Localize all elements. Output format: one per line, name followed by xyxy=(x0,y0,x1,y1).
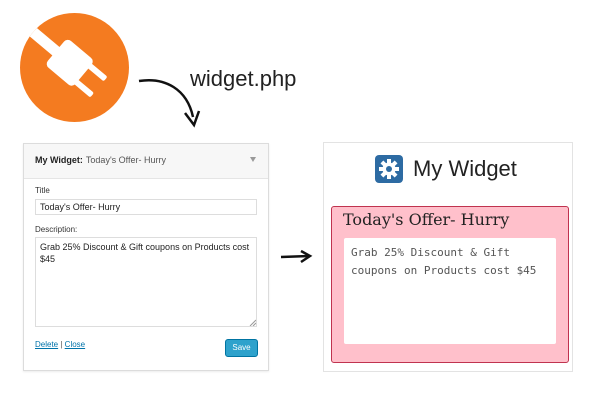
link-separator: | xyxy=(60,340,63,349)
description-label: Description: xyxy=(35,225,78,234)
widget-title: My Widget xyxy=(413,156,517,181)
delete-link[interactable]: Delete xyxy=(35,340,58,349)
widget-output-panel: My Widget Today's Offer- Hurry Grab 25% … xyxy=(323,142,573,372)
gear-icon xyxy=(375,155,403,183)
offer-body: Grab 25% Discount & Gift coupons on Prod… xyxy=(344,238,556,344)
file-caption: widget.php xyxy=(190,66,297,91)
widget-name: My Widget: xyxy=(35,155,83,165)
offer-box: Today's Offer- Hurry Grab 25% Discount &… xyxy=(331,206,569,363)
widget-editor-panel: My Widget:Today's Offer- Hurry Title Des… xyxy=(23,143,269,371)
widget-editor-title: My Widget: Today's Offer- Hurry xyxy=(35,155,166,165)
save-button[interactable]: Save xyxy=(225,339,258,357)
title-input[interactable] xyxy=(35,199,257,215)
offer-title: Today's Offer- Hurry xyxy=(343,210,510,229)
right-arrow xyxy=(280,249,313,264)
description-textarea[interactable]: Grab 25% Discount & Gift coupons on Prod… xyxy=(35,237,257,327)
widget-actions: Delete | Close xyxy=(35,340,85,349)
plugin-logo xyxy=(20,13,129,122)
plug-icon xyxy=(21,21,107,97)
widget-editor-header[interactable]: My Widget: Today's Offer- Hurry xyxy=(24,144,268,179)
widget-subtitle: Today's Offer- Hurry xyxy=(85,155,166,165)
resize-grip-icon[interactable] xyxy=(249,319,256,326)
collapse-toggle-icon[interactable] xyxy=(250,157,256,162)
close-link[interactable]: Close xyxy=(65,340,85,349)
title-label: Title xyxy=(35,186,50,195)
